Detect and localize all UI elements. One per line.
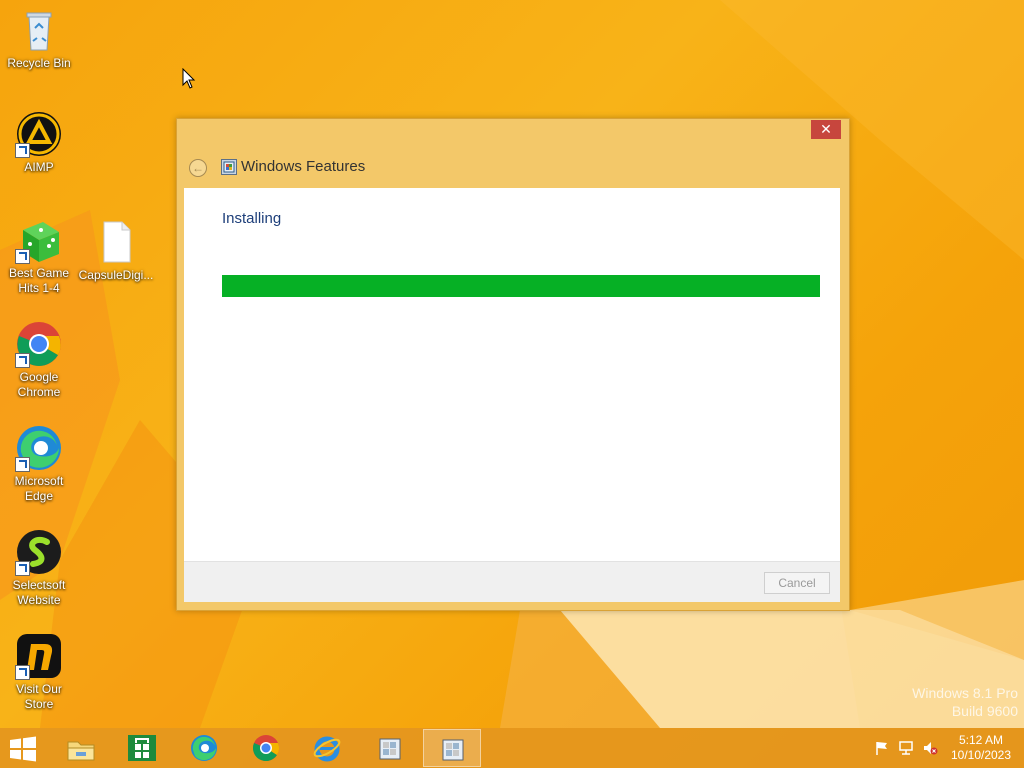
shortcut-arrow-icon [15,561,30,576]
desktop-icon-selectsoft[interactable]: Selectsoft Website [1,528,77,608]
desktop-icon-label: CapsuleDigi... [78,268,154,282]
taskbar-clock[interactable]: 5:12 AM 10/10/2023 [946,733,1016,763]
taskbar-windows-features-1[interactable] [361,729,419,767]
edge-icon [15,424,63,472]
taskbar-internet-explorer[interactable] [298,729,356,767]
taskbar: 5:12 AM 10/10/2023 [0,728,1024,768]
shortcut-arrow-icon [15,665,30,680]
shortcut-arrow-icon [15,353,30,368]
watermark-build: Build 9600 [951,703,1018,719]
desktop-icon-google-chrome[interactable]: Google Chrome [1,320,77,400]
shortcut-arrow-icon [15,143,30,158]
start-button[interactable] [8,736,38,762]
desktop: Recycle Bin AIMP Best Game Hits 1-4 Caps… [0,0,1024,728]
dice-icon [15,216,63,264]
desktop-icon-capsuledigi[interactable]: CapsuleDigi... [78,218,154,283]
taskbar-edge[interactable] [175,729,233,767]
desktop-icon-label: Google Chrome [17,370,61,399]
clock-date: 10/10/2023 [950,748,1012,762]
taskbar-file-explorer[interactable] [52,729,110,767]
desktop-icon-label: Selectsoft Website [12,578,66,607]
cancel-button[interactable]: Cancel [764,572,830,594]
chrome-icon [252,735,280,762]
desktop-icon-label: Microsoft Edge [14,474,64,503]
close-button[interactable]: ✕ [811,120,841,139]
taskbar-windows-features-2[interactable] [423,729,481,767]
windows-features-icon [379,738,401,760]
desktop-icon-label: AIMP [24,160,54,174]
windows-logo-icon [10,736,36,762]
desktop-icon-visit-our-store[interactable]: Visit Our Store [1,632,77,712]
watermark-edition: Windows 8.1 Pro [912,685,1018,701]
install-progress-bar [222,275,820,297]
folder-icon [67,741,95,761]
progress-fill [222,275,820,297]
desktop-icon-recycle-bin[interactable]: Recycle Bin [1,6,77,71]
windows-features-dialog: ✕ ← Windows Features Installing Cancel [176,118,850,611]
clock-time: 5:12 AM [958,733,1004,747]
desktop-icon-aimp[interactable]: AIMP [1,110,77,175]
windows-features-icon [442,739,464,761]
taskbar-store[interactable] [113,729,171,767]
ie-icon [313,736,341,762]
os-watermark: Windows 8.1 Pro Build 9600 [912,684,1018,720]
file-icon [92,218,140,266]
desktop-icon-microsoft-edge[interactable]: Microsoft Edge [1,424,77,504]
dialog-title: Windows Features [241,158,366,175]
dialog-footer: Cancel [184,561,840,602]
recycle-bin-icon [15,6,63,54]
action-center-flag-icon[interactable] [874,740,890,756]
mouse-cursor-icon [182,68,196,89]
desktop-icon-label: Best Game Hits 1-4 [8,266,70,295]
desktop-icon-best-game-hits[interactable]: Best Game Hits 1-4 [1,216,77,296]
aimp-icon [15,110,63,158]
network-icon[interactable] [898,740,914,756]
selectsoft-icon [15,528,63,576]
taskbar-chrome[interactable] [237,729,295,767]
volume-muted-icon[interactable] [922,740,938,756]
dialog-content: Installing [184,188,840,561]
shortcut-arrow-icon [15,249,30,264]
store-icon [15,632,63,680]
chrome-icon [15,320,63,368]
desktop-icon-label: Visit Our Store [16,682,62,711]
edge-icon [191,735,217,761]
windows-features-icon [221,159,237,175]
installing-status-label: Installing [222,210,282,227]
desktop-icon-label: Recycle Bin [7,56,71,70]
back-arrow-icon[interactable]: ← [189,159,207,177]
windows-store-icon [128,735,156,761]
shortcut-arrow-icon [15,457,30,472]
